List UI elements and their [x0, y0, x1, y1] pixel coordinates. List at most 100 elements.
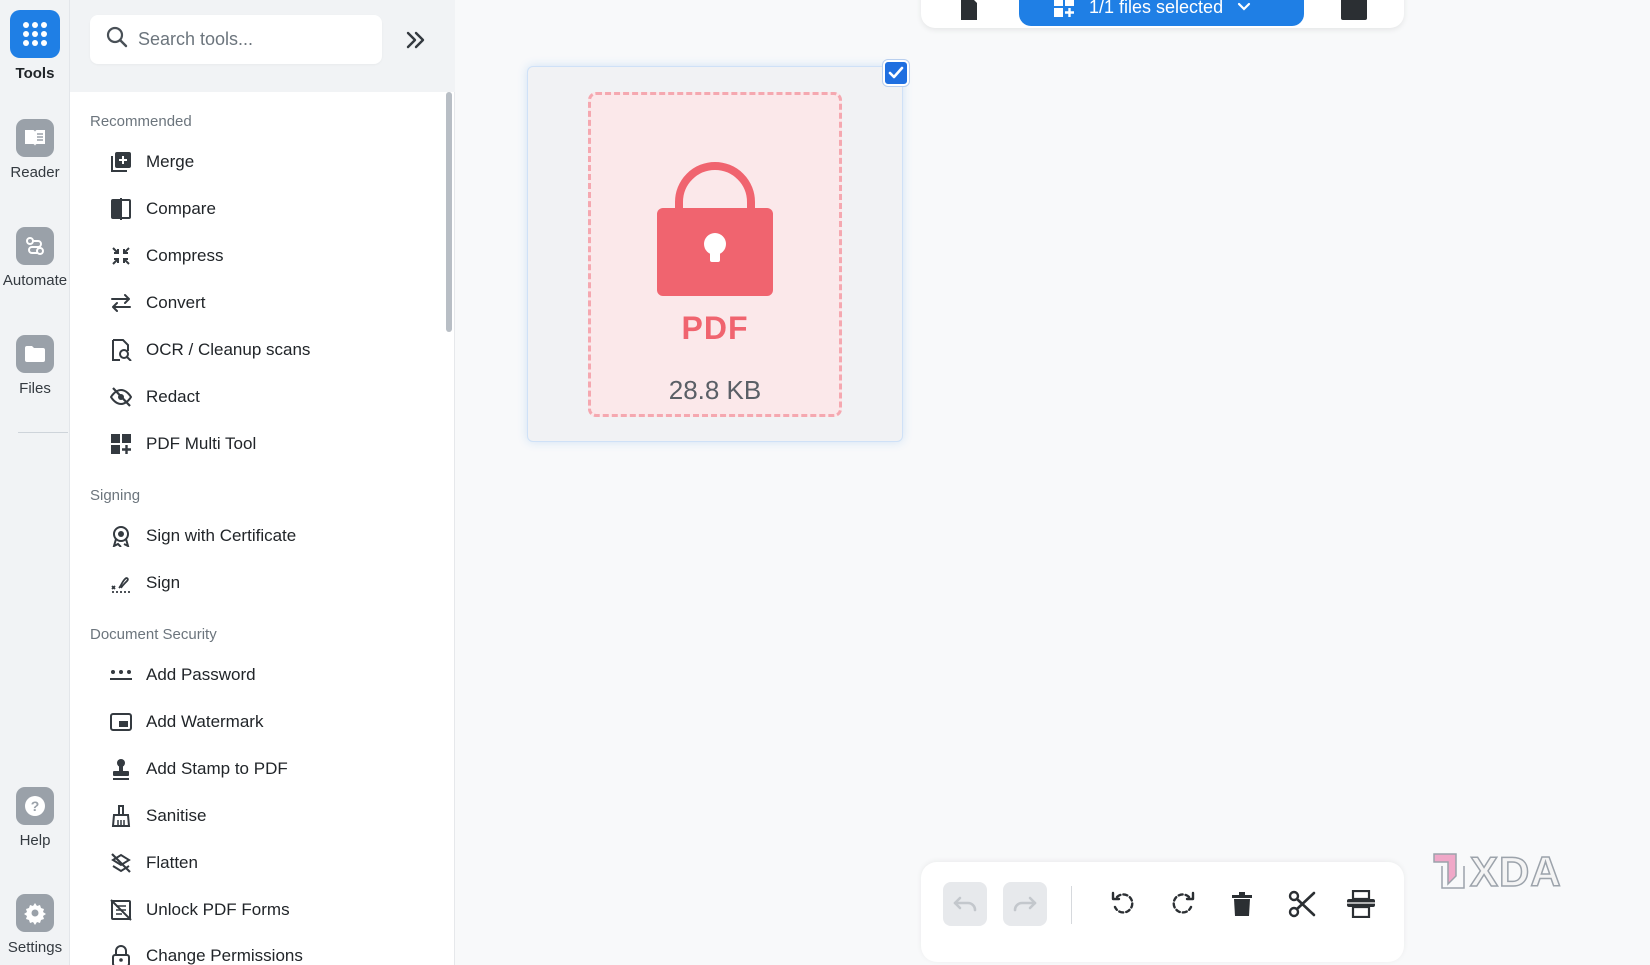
file-manager-icon[interactable] [1341, 0, 1367, 27]
rail-item-settings[interactable]: Settings [0, 894, 70, 956]
undo-button[interactable] [943, 882, 987, 926]
tool-ocr[interactable]: OCR / Cleanup scans [108, 334, 428, 366]
tool-label: Unlock PDF Forms [146, 900, 290, 919]
automate-icon [16, 227, 54, 265]
rail-label: Automate [2, 272, 68, 289]
rail-item-files[interactable]: Files [0, 335, 70, 397]
tool-flatten[interactable]: Flatten [108, 847, 428, 879]
tool-convert[interactable]: Convert [108, 287, 428, 319]
unlock-forms-icon [108, 897, 134, 923]
tool-add-stamp[interactable]: Add Stamp to PDF [108, 753, 428, 785]
rail-label: Files [19, 380, 51, 397]
rail-label: Tools [15, 65, 55, 82]
tool-label: Compare [146, 199, 216, 218]
tool-label: PDF Multi Tool [146, 434, 257, 453]
collapse-panel-button[interactable] [400, 24, 432, 56]
redo-button[interactable] [1003, 882, 1047, 926]
eye-slash-icon [108, 384, 134, 410]
scissors-icon [1288, 890, 1316, 918]
tool-sign[interactable]: Sign [108, 567, 428, 599]
section-title-signing: Signing [90, 487, 141, 504]
file-select-checkbox[interactable] [883, 60, 909, 86]
search-box[interactable] [90, 15, 382, 64]
double-chevron-right-icon [406, 31, 425, 49]
xda-logo-text: XDA [1469, 847, 1562, 896]
tool-label: Add Password [146, 665, 256, 684]
tool-pdf-multi-tool[interactable]: PDF Multi Tool [108, 428, 428, 460]
tool-compress[interactable]: Compress [108, 240, 428, 272]
tool-label: OCR / Cleanup scans [146, 340, 311, 359]
rail-label: Reader [10, 164, 60, 181]
certificate-icon [108, 523, 134, 549]
tool-label: Sign with Certificate [146, 526, 297, 545]
tool-redact[interactable]: Redact [108, 381, 428, 413]
tool-label: Compress [146, 246, 224, 265]
section-title-recommended: Recommended [90, 113, 192, 130]
tool-add-password[interactable]: Add Password [108, 659, 428, 691]
tool-merge[interactable]: Merge [108, 146, 428, 178]
rail-item-help[interactable]: ? Help [0, 787, 70, 849]
split-button[interactable] [1280, 882, 1324, 926]
tool-label: Sanitise [146, 806, 207, 825]
file-size-label: 28.8 KB [668, 375, 762, 405]
search-input[interactable] [138, 29, 358, 50]
left-rail: Tools Reader Automate Files ? Help Setti… [0, 0, 70, 965]
tool-label: Add Watermark [146, 712, 264, 731]
undo-icon [953, 896, 977, 912]
rail-item-reader[interactable]: Reader [0, 119, 70, 181]
tool-label: Convert [146, 293, 206, 312]
tool-unlock-pdf-forms[interactable]: Unlock PDF Forms [108, 894, 428, 926]
panel-scrollbar[interactable] [446, 92, 452, 332]
merge-icon [108, 149, 134, 175]
tool-panel: Recommended Merge Compare Compress Conve… [70, 0, 455, 965]
multi-tool-icon [1054, 0, 1074, 17]
section-title-document-security: Document Security [90, 626, 217, 643]
panel-header [70, 0, 455, 92]
tool-add-watermark[interactable]: Add Watermark [108, 706, 428, 738]
tool-label: Merge [146, 152, 195, 171]
toolbar-divider [1071, 886, 1072, 924]
redo-icon [1013, 896, 1037, 912]
folder-icon [16, 335, 54, 373]
rotate-right-icon [1172, 891, 1195, 914]
rail-label: Help [19, 832, 51, 849]
tool-label: Redact [146, 387, 200, 406]
trash-icon [1232, 892, 1252, 916]
page-toolbar [921, 862, 1404, 962]
file-view-icon[interactable] [959, 0, 979, 27]
gear-icon [16, 894, 54, 932]
delete-button[interactable] [1220, 882, 1264, 926]
tool-compare[interactable]: Compare [108, 193, 428, 225]
book-icon [16, 119, 54, 157]
chevron-down-icon [1237, 2, 1251, 11]
rail-item-tools[interactable]: Tools [0, 10, 70, 82]
lock-icon [108, 943, 134, 965]
grid-icon [10, 10, 60, 58]
rail-divider [18, 432, 68, 433]
tool-label: Flatten [146, 853, 198, 872]
rail-item-automate[interactable]: Automate [0, 227, 70, 289]
tool-sanitise[interactable]: Sanitise [108, 800, 428, 832]
check-icon [888, 66, 904, 79]
tool-sign-with-certificate[interactable]: Sign with Certificate [108, 520, 428, 552]
help-icon: ? [16, 787, 54, 825]
watermark-icon [108, 709, 134, 735]
files-selected-label: 1/1 files selected [1089, 0, 1224, 17]
file-type-label: PDF [681, 310, 749, 346]
rotate-right-button[interactable] [1161, 882, 1205, 926]
rotate-left-icon [1111, 891, 1134, 914]
tool-label: Sign [146, 573, 181, 592]
password-icon [108, 662, 134, 688]
xda-logo-icon [1433, 853, 1465, 889]
print-button[interactable] [1339, 882, 1383, 926]
svg-text:?: ? [31, 798, 40, 814]
rotate-left-button[interactable] [1101, 882, 1145, 926]
search-icon [106, 26, 128, 53]
tool-change-permissions[interactable]: Change Permissions [108, 940, 428, 965]
multi-tool-icon [108, 431, 134, 457]
stamp-icon [108, 756, 134, 782]
ocr-scan-icon [108, 337, 134, 363]
tool-label: Change Permissions [146, 946, 303, 965]
files-selected-dropdown[interactable]: 1/1 files selected [1019, 0, 1304, 26]
locked-pdf-icon [657, 162, 773, 296]
